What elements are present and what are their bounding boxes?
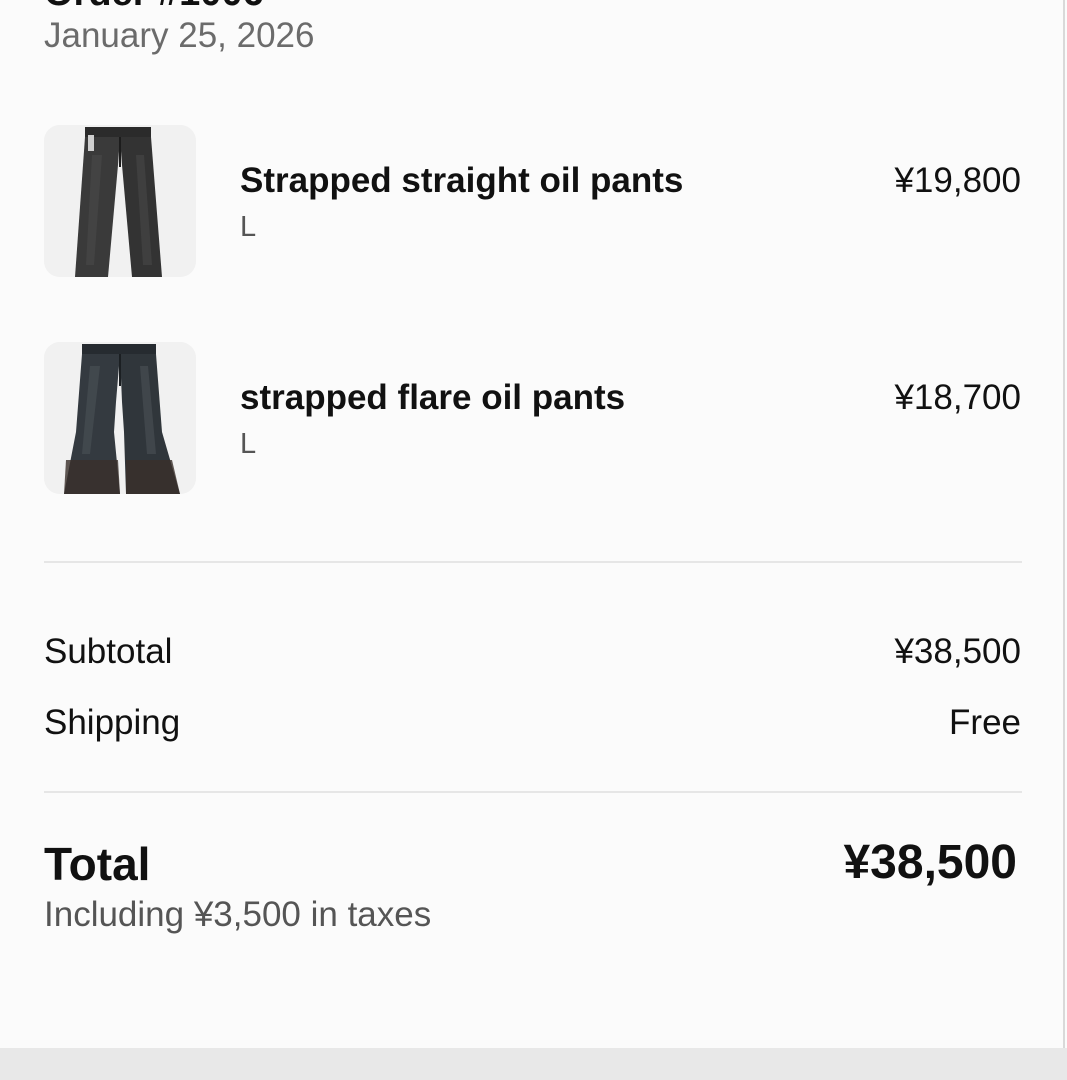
shipping-value: Free (949, 703, 1021, 742)
total-label: Total (44, 838, 151, 890)
item-variant: L (240, 428, 257, 460)
subtotal-value: ¥38,500 (894, 632, 1021, 671)
item-price: ¥19,800 (894, 161, 1021, 200)
subtotal-label: Subtotal (44, 632, 173, 671)
shipping-label: Shipping (44, 703, 181, 742)
divider (44, 791, 1022, 793)
order-summary-card: Order #1006 January 25, 2026 Strapped (0, 0, 1065, 1048)
item-variant: L (240, 211, 257, 243)
line-item[interactable]: strapped flare oil pants L ¥18,700 (44, 342, 1021, 494)
bottom-band (0, 1048, 1067, 1080)
divider (44, 561, 1022, 563)
product-thumbnail[interactable] (44, 125, 196, 277)
order-title: Order #1006 (44, 0, 264, 15)
line-item[interactable]: Strapped straight oil pants L ¥19,800 (44, 125, 1021, 277)
straight-pants-icon (44, 125, 196, 277)
order-date: January 25, 2026 (44, 16, 315, 55)
item-name: strapped flare oil pants (240, 378, 626, 417)
flare-pants-icon (44, 342, 196, 494)
item-price: ¥18,700 (894, 378, 1021, 417)
total-value: ¥38,500 (843, 836, 1017, 889)
tax-note: Including ¥3,500 in taxes (44, 895, 432, 934)
product-thumbnail[interactable] (44, 342, 196, 494)
item-name: Strapped straight oil pants (240, 161, 684, 200)
